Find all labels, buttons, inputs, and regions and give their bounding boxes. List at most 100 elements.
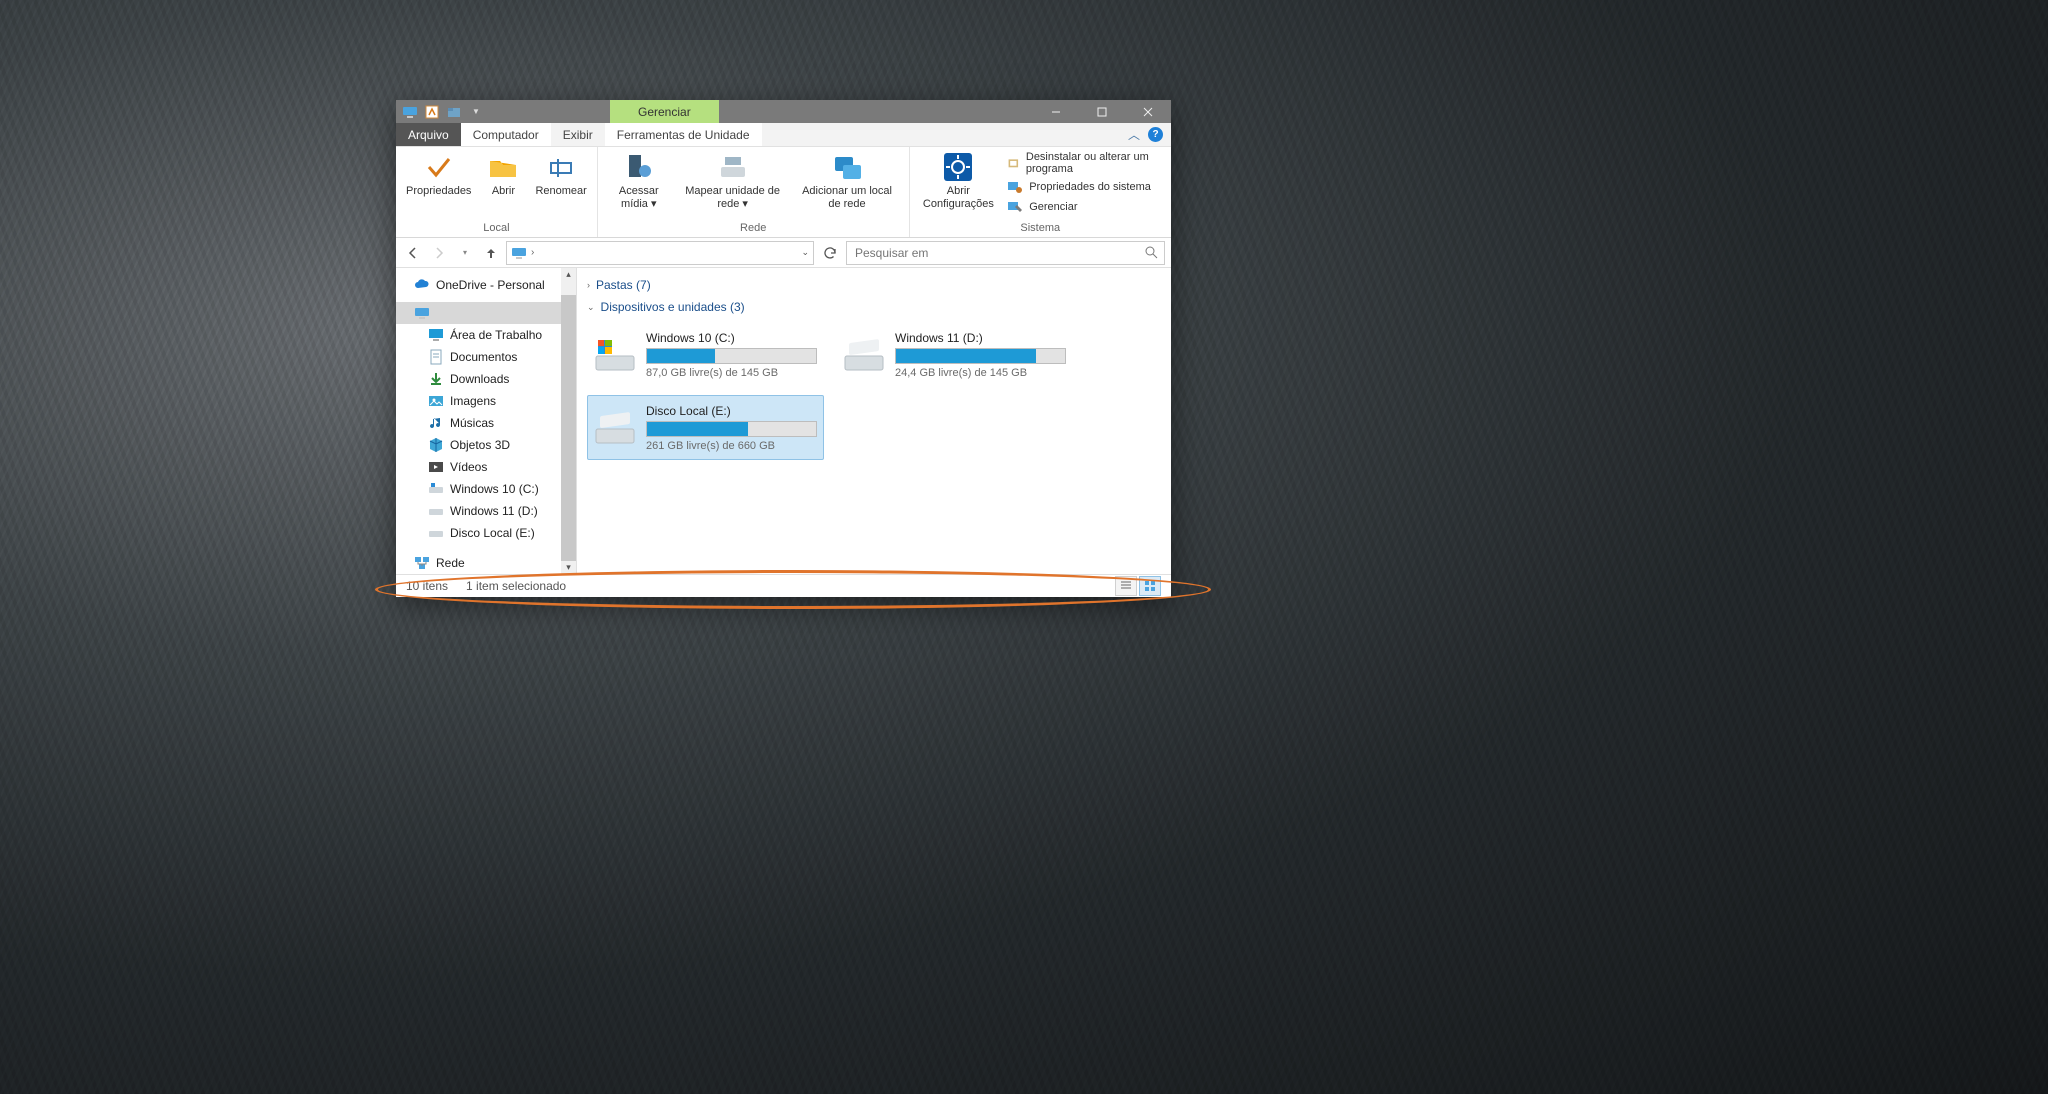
forward-button[interactable]: [428, 242, 450, 264]
chevron-right-icon: ›: [587, 280, 590, 290]
drive-c-free: 87,0 GB livre(s) de 145 GB: [646, 367, 817, 379]
tree-this-pc[interactable]: [396, 302, 576, 324]
collapse-ribbon-icon[interactable]: ︿: [1128, 126, 1140, 143]
gear-icon: [942, 151, 974, 183]
search-input[interactable]: [853, 245, 1145, 261]
open-settings-label: Abrir Configurações: [920, 185, 998, 210]
refresh-button[interactable]: [818, 242, 842, 264]
tree-music-label: Músicas: [450, 416, 494, 430]
folders-group-header[interactable]: › Pastas (7): [587, 278, 1161, 292]
access-media-button[interactable]: Acessar mídia ▾: [602, 149, 676, 212]
search-icon[interactable]: [1145, 246, 1158, 259]
title-bar-drag-area[interactable]: [719, 100, 1033, 123]
view-mode-buttons: [1115, 576, 1161, 596]
tree-drive-e[interactable]: Disco Local (E:): [396, 522, 576, 544]
address-dropdown-icon[interactable]: ⌄: [801, 247, 809, 258]
open-settings-button[interactable]: Abrir Configurações: [914, 149, 1004, 212]
contextual-tab-label[interactable]: Gerenciar: [610, 100, 719, 123]
access-media-label: Acessar mídia ▾: [608, 185, 670, 210]
search-box[interactable]: [846, 241, 1165, 265]
sidebar-scrollbar[interactable]: ▴ ▾: [561, 268, 576, 574]
status-item-count: 10 itens: [406, 579, 448, 593]
uninstall-program-link[interactable]: Desinstalar ou alterar um programa: [1007, 151, 1163, 175]
title-bar[interactable]: ▼ Gerenciar: [396, 100, 1171, 123]
up-button[interactable]: [480, 242, 502, 264]
tab-computer[interactable]: Computador: [461, 123, 551, 146]
rename-label: Renomear: [535, 185, 586, 198]
recent-locations-button[interactable]: ▾: [454, 242, 476, 264]
rename-icon: [545, 151, 577, 183]
new-folder-qat-icon[interactable]: [446, 104, 462, 120]
tree-documents-label: Documentos: [450, 350, 517, 364]
tab-file[interactable]: Arquivo: [396, 123, 461, 146]
scroll-up-icon[interactable]: ▴: [561, 268, 576, 281]
tab-drive-tools[interactable]: Ferramentas de Unidade: [605, 123, 762, 146]
folders-header-label: Pastas (7): [596, 278, 651, 292]
uninstall-label: Desinstalar ou alterar um programa: [1026, 151, 1163, 175]
ribbon-group-network: Acessar mídia ▾ Mapear unidade de rede ▾…: [598, 147, 910, 237]
breadcrumb-chevron-icon[interactable]: ›: [531, 247, 534, 258]
manage-link[interactable]: Gerenciar: [1007, 199, 1163, 215]
navigation-pane[interactable]: OneDrive - Personal Área de Trabalho Doc…: [396, 268, 577, 574]
devices-group-header[interactable]: ⌄ Dispositivos e unidades (3): [587, 300, 1161, 314]
add-network-location-button[interactable]: Adicionar um local de rede: [789, 149, 904, 212]
scroll-thumb[interactable]: [561, 295, 576, 560]
open-label: Abrir: [492, 185, 515, 198]
tree-onedrive[interactable]: OneDrive - Personal: [396, 274, 576, 296]
this-pc-breadcrumb-icon: [511, 245, 527, 261]
qat-dropdown-icon[interactable]: ▼: [468, 104, 484, 120]
music-icon: [428, 415, 444, 431]
minimize-button[interactable]: [1033, 100, 1079, 123]
tree-music[interactable]: Músicas: [396, 412, 576, 434]
address-bar[interactable]: › ⌄: [506, 241, 814, 265]
navigation-row: ▾ › ⌄: [396, 238, 1171, 268]
content-pane[interactable]: › Pastas (7) ⌄ Dispositivos e unidades (…: [577, 268, 1171, 574]
tree-3d-label: Objetos 3D: [450, 438, 510, 452]
drives-container: Windows 10 (C:) 87,0 GB livre(s) de 145 …: [587, 322, 1161, 460]
drive-icon: [428, 503, 444, 519]
drive-d-name: Windows 11 (D:): [895, 331, 1066, 345]
properties-button[interactable]: Propriedades: [400, 149, 477, 200]
desktop-icon: [428, 327, 444, 343]
tree-videos[interactable]: Vídeos: [396, 456, 576, 478]
close-button[interactable]: [1125, 100, 1171, 123]
tree-desktop[interactable]: Área de Trabalho: [396, 324, 576, 346]
drive-e[interactable]: Disco Local (E:) 261 GB livre(s) de 660 …: [587, 395, 824, 460]
tree-pictures[interactable]: Imagens: [396, 390, 576, 412]
details-view-button[interactable]: [1115, 576, 1137, 596]
rename-button[interactable]: Renomear: [529, 149, 592, 200]
map-drive-button[interactable]: Mapear unidade de rede ▾: [676, 149, 790, 212]
tree-drive-d[interactable]: Windows 11 (D:): [396, 500, 576, 522]
manage-icon: [1007, 199, 1023, 215]
devices-header-label: Dispositivos e unidades (3): [601, 300, 745, 314]
drive-icon: [843, 334, 885, 376]
help-icon[interactable]: ?: [1148, 127, 1163, 142]
tab-view[interactable]: Exibir: [551, 123, 605, 146]
media-server-icon: [623, 151, 655, 183]
scroll-down-icon[interactable]: ▾: [561, 561, 576, 574]
maximize-button[interactable]: [1079, 100, 1125, 123]
tree-3d-objects[interactable]: Objetos 3D: [396, 434, 576, 456]
open-button[interactable]: Abrir: [477, 149, 529, 200]
tree-downloads[interactable]: Downloads: [396, 368, 576, 390]
tree-network[interactable]: Rede: [396, 552, 576, 574]
tree-documents[interactable]: Documentos: [396, 346, 576, 368]
ribbon-tabs: Arquivo Computador Exibir Ferramentas de…: [396, 123, 1171, 147]
system-properties-label: Propriedades do sistema: [1029, 181, 1151, 193]
tree-onedrive-label: OneDrive - Personal: [436, 278, 545, 292]
properties-label: Propriedades: [406, 185, 471, 198]
properties-qat-icon[interactable]: [424, 104, 440, 120]
drive-icon: [594, 407, 636, 449]
tree-network-label: Rede: [436, 556, 465, 570]
ribbon-right-controls: ︿ ?: [1128, 123, 1171, 146]
system-properties-link[interactable]: Propriedades do sistema: [1007, 179, 1163, 195]
back-button[interactable]: [402, 242, 424, 264]
status-bar: 10 itens 1 item selecionado: [396, 574, 1171, 597]
tree-drive-e-label: Disco Local (E:): [450, 526, 535, 540]
drive-icon: [428, 481, 444, 497]
drive-c[interactable]: Windows 10 (C:) 87,0 GB livre(s) de 145 …: [587, 322, 824, 387]
status-selection: 1 item selecionado: [466, 579, 566, 593]
tiles-view-button[interactable]: [1139, 576, 1161, 596]
tree-drive-c[interactable]: Windows 10 (C:): [396, 478, 576, 500]
drive-d[interactable]: Windows 11 (D:) 24,4 GB livre(s) de 145 …: [836, 322, 1073, 387]
